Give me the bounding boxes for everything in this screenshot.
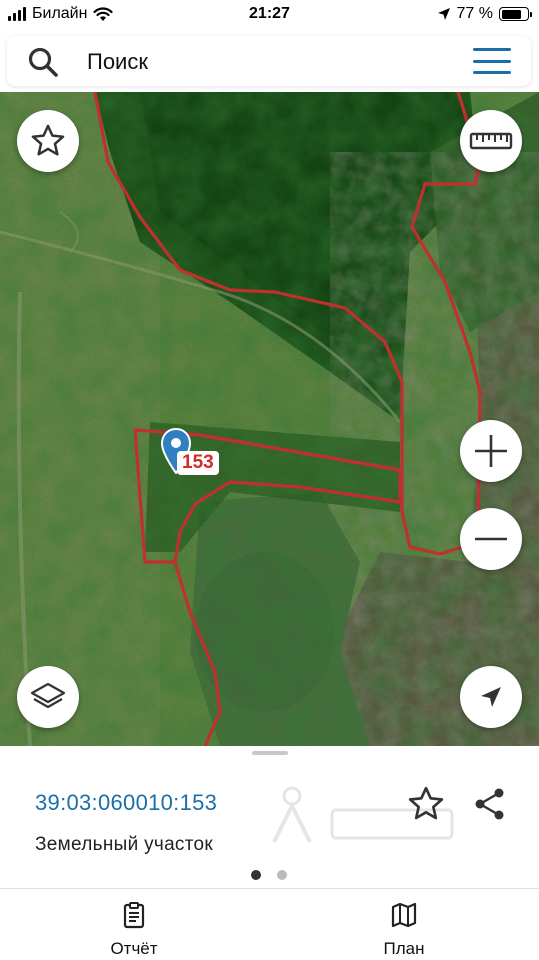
hamburger-menu-icon[interactable] <box>473 48 511 74</box>
battery-percent: 77 % <box>456 5 493 22</box>
object-info-sheet[interactable]: 39:03:060010:153 Земельный участок <box>0 746 539 888</box>
satellite-map[interactable]: 153 <box>0 92 539 746</box>
map-grain <box>0 92 539 746</box>
locate-arrow-icon <box>481 687 501 707</box>
status-bar: Билайн 21:27 77 % <box>0 0 539 30</box>
bottom-tab-bar: Отчёт План <box>0 888 539 960</box>
object-type: Земельный участок <box>35 834 214 855</box>
tab-report-label: Отчёт <box>110 939 158 958</box>
star-icon <box>31 124 65 156</box>
report-clipboard-icon <box>123 902 145 929</box>
layers-icon <box>30 682 66 709</box>
tab-plan[interactable]: План <box>324 889 484 960</box>
favorite-button[interactable] <box>17 110 79 172</box>
search-bar[interactable]: Поиск <box>7 36 531 86</box>
status-right: 77 % <box>437 5 532 23</box>
my-location-button[interactable] <box>460 666 522 728</box>
layers-button[interactable] <box>17 666 79 728</box>
map-canvas[interactable] <box>0 92 539 746</box>
search-icon <box>28 47 58 77</box>
parcel-number-label[interactable]: 153 <box>177 451 219 475</box>
battery-level <box>501 9 521 19</box>
zoom-out-icon <box>475 537 507 541</box>
search-input[interactable]: Поиск <box>87 49 148 75</box>
tab-report[interactable]: Отчёт <box>54 889 214 960</box>
page-dot-1[interactable] <box>251 870 261 880</box>
star-outline-icon[interactable] <box>406 784 446 824</box>
tab-plan-label: План <box>383 939 425 958</box>
page-indicator[interactable] <box>251 870 287 880</box>
zoom-in-button[interactable] <box>460 420 522 482</box>
location-services-icon <box>437 8 450 20</box>
battery-icon <box>499 7 532 21</box>
zoom-out-button[interactable] <box>460 508 522 570</box>
folded-map-icon <box>391 902 417 928</box>
ruler-icon <box>469 132 513 150</box>
sheet-drag-handle[interactable] <box>252 751 288 755</box>
measure-button[interactable] <box>460 110 522 172</box>
page-dot-2[interactable] <box>277 870 287 880</box>
share-icon[interactable] <box>472 786 508 822</box>
cadastral-number[interactable]: 39:03:060010:153 <box>35 790 217 816</box>
zoom-in-icon <box>475 435 507 467</box>
